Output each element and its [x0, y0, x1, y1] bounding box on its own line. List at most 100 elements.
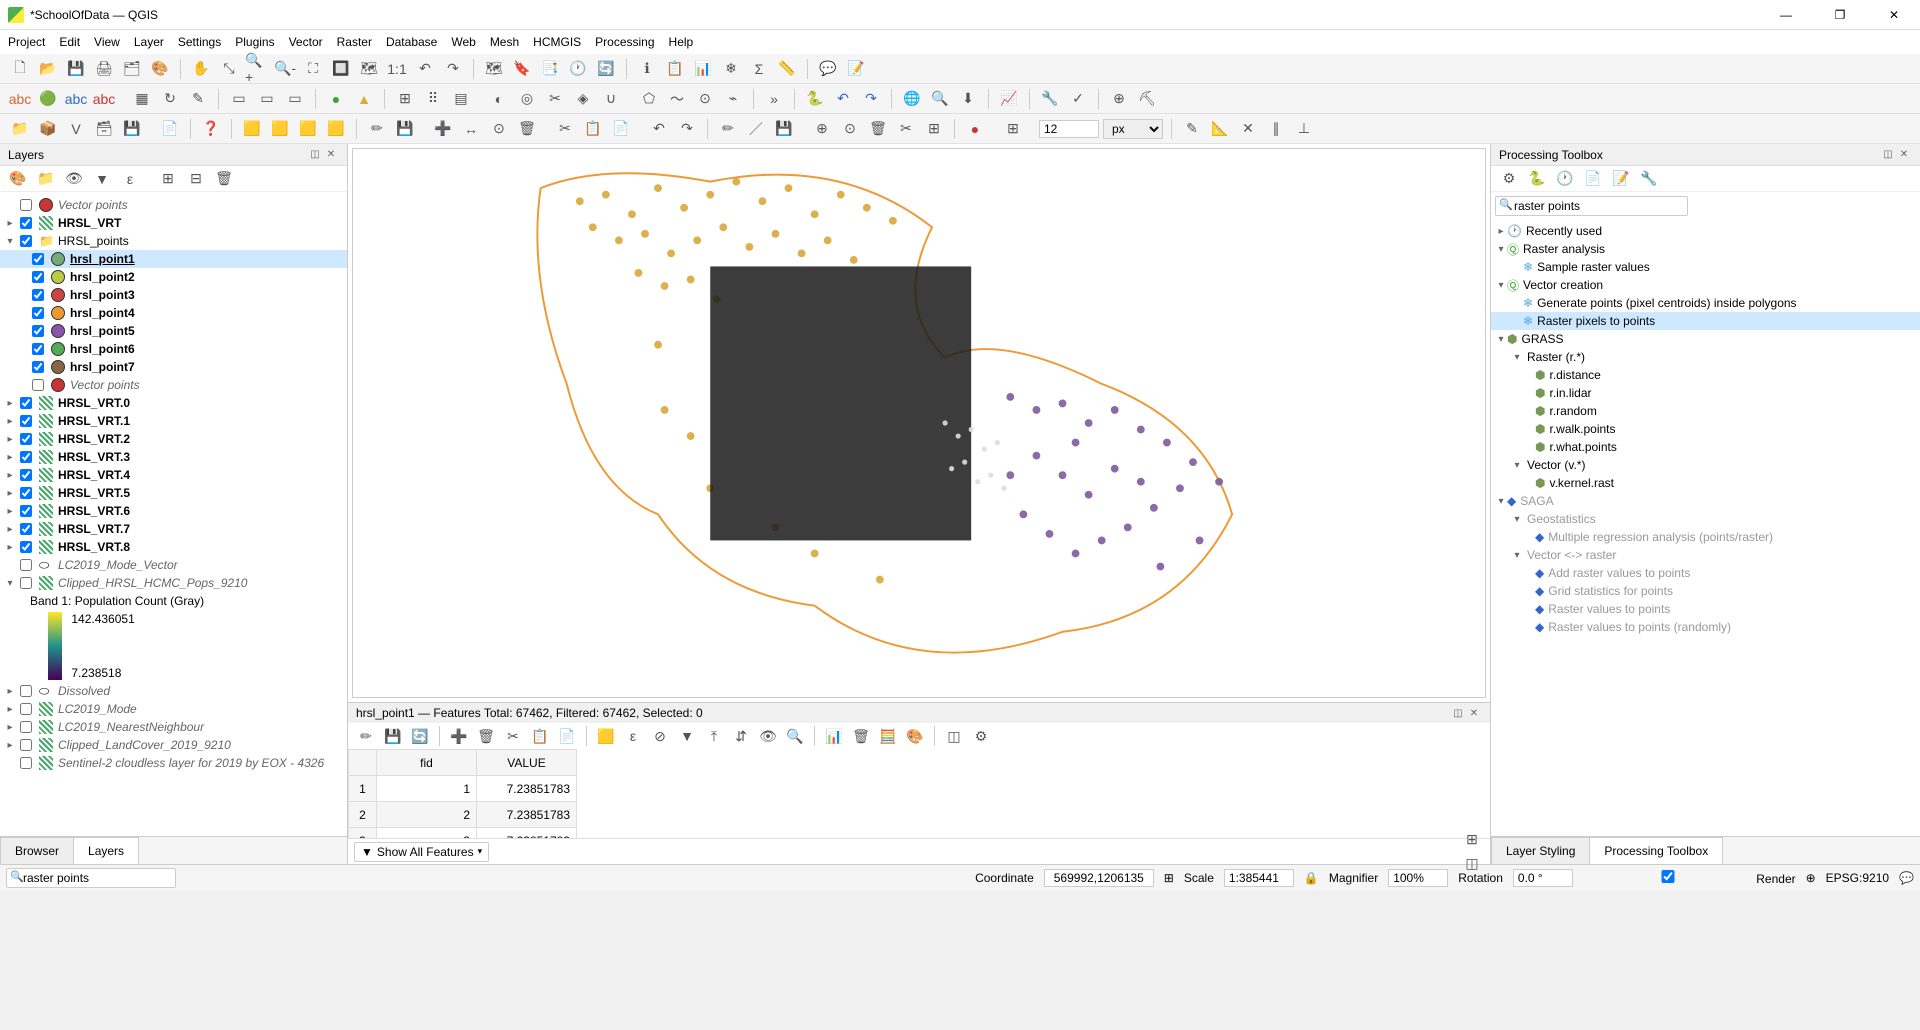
- digitize-save-icon[interactable]: 💾: [772, 117, 796, 141]
- menu-view[interactable]: View: [94, 35, 120, 49]
- layer-checkbox[interactable]: [20, 433, 32, 445]
- layer-label[interactable]: Dissolved: [56, 684, 110, 698]
- layer-expand-icon[interactable]: ⊞: [156, 167, 180, 191]
- layer-checkbox[interactable]: [20, 505, 32, 517]
- osm-download-icon[interactable]: ⬇: [956, 87, 980, 111]
- python-icon[interactable]: 🐍: [803, 87, 827, 111]
- menu-layer[interactable]: Layer: [134, 35, 164, 49]
- label-pin-icon[interactable]: abc: [92, 87, 116, 111]
- attr-add-icon[interactable]: ➕: [447, 724, 471, 748]
- new-map-view-icon[interactable]: 🗺: [482, 57, 506, 81]
- attr-move-top-icon[interactable]: ⤒: [702, 724, 726, 748]
- attr-close-icon[interactable]: ✕: [1466, 705, 1482, 721]
- topology-icon[interactable]: 🔧: [1038, 87, 1062, 111]
- layer-label[interactable]: HRSL_VRT.3: [56, 450, 130, 464]
- attr-delete-icon[interactable]: 🗑: [474, 724, 498, 748]
- digitize-pencil-icon[interactable]: ✏: [716, 117, 740, 141]
- layer-expression-icon[interactable]: ε: [118, 167, 142, 191]
- layer-collapse-icon[interactable]: ⊟: [184, 167, 208, 191]
- table-view-icon[interactable]: ⊞: [1460, 828, 1484, 852]
- attributes-icon[interactable]: 📋: [663, 57, 687, 81]
- layer-label[interactable]: Vector points: [56, 198, 128, 212]
- new-spatialite-icon[interactable]: 🗃: [92, 117, 116, 141]
- simplify-icon[interactable]: ⌁: [721, 87, 745, 111]
- edit-redo-icon[interactable]: ↷: [675, 117, 699, 141]
- layer-style-icon[interactable]: 🎨: [6, 167, 30, 191]
- new-shapefile-icon[interactable]: V: [64, 117, 88, 141]
- layer-label[interactable]: HRSL_VRT.1: [56, 414, 130, 428]
- menu-raster[interactable]: Raster: [337, 35, 372, 49]
- layer-label[interactable]: HRSL_VRT.8: [56, 540, 130, 554]
- line-tool-icon[interactable]: 〜: [665, 87, 689, 111]
- layer-label[interactable]: hrsl_point2: [68, 270, 135, 284]
- menu-project[interactable]: Project: [8, 35, 45, 49]
- layer-checkbox[interactable]: [20, 217, 32, 229]
- menu-processing[interactable]: Processing: [595, 35, 654, 49]
- col-value[interactable]: VALUE: [477, 750, 577, 776]
- style-manager-icon[interactable]: 🎨: [148, 57, 172, 81]
- pan-icon[interactable]: ✋: [189, 57, 213, 81]
- layer-checkbox[interactable]: [20, 523, 32, 535]
- layer-label[interactable]: hrsl_point4: [68, 306, 135, 320]
- split-icon[interactable]: ✂: [894, 117, 918, 141]
- layer-label[interactable]: LC2019_NearestNeighbour: [56, 720, 204, 734]
- layer-label[interactable]: LC2019_Mode_Vector: [56, 558, 178, 572]
- cut-icon[interactable]: ✂: [553, 117, 577, 141]
- advanced-digitize-icon[interactable]: 📐: [1208, 117, 1232, 141]
- snap-tolerance-input[interactable]: [1039, 120, 1099, 138]
- layer-label[interactable]: Clipped_LandCover_2019_9210: [56, 738, 231, 752]
- label-diagram-icon[interactable]: 🟢: [36, 87, 60, 111]
- toolbox-close-icon[interactable]: ✕: [1896, 147, 1912, 163]
- osm-search-icon[interactable]: 🔍: [928, 87, 952, 111]
- add-feature-icon[interactable]: ➕: [431, 117, 455, 141]
- menu-vector[interactable]: Vector: [289, 35, 323, 49]
- open-project-icon[interactable]: 📂: [36, 57, 60, 81]
- layer-checkbox[interactable]: [20, 415, 32, 427]
- layer-checkbox[interactable]: [32, 307, 44, 319]
- polygon-tool-icon[interactable]: ⬠: [637, 87, 661, 111]
- zoom-selection-icon[interactable]: 🔲: [329, 57, 353, 81]
- menu-help[interactable]: Help: [669, 35, 694, 49]
- grid-lines-icon[interactable]: ▤: [449, 87, 473, 111]
- layer-label[interactable]: hrsl_point3: [68, 288, 135, 302]
- label-change-icon[interactable]: ✎: [186, 87, 210, 111]
- select-value-icon[interactable]: ▭: [255, 87, 279, 111]
- layer-checkbox[interactable]: [20, 757, 32, 769]
- intersect-icon[interactable]: ◈: [571, 87, 595, 111]
- locator-search-input[interactable]: [6, 868, 176, 888]
- zoom-in-icon[interactable]: 🔍+: [245, 57, 269, 81]
- sum-icon[interactable]: Σ: [747, 57, 771, 81]
- coord-value[interactable]: 569992,1206135: [1044, 869, 1154, 887]
- delete-selected-icon[interactable]: 🗑: [515, 117, 539, 141]
- select-icon[interactable]: ▭: [227, 87, 251, 111]
- attr-paste-icon[interactable]: 📄: [555, 724, 579, 748]
- red-dot-icon[interactable]: ●: [963, 117, 987, 141]
- close-button[interactable]: ✕: [1876, 8, 1912, 22]
- undo-icon[interactable]: ↶: [831, 87, 855, 111]
- vertex-edit-icon[interactable]: ⊙: [838, 117, 862, 141]
- menu-mesh[interactable]: Mesh: [490, 35, 519, 49]
- attr-select-expr-icon[interactable]: ε: [621, 724, 645, 748]
- node-tool-icon[interactable]: ⊙: [487, 117, 511, 141]
- deselect-icon[interactable]: ▭: [283, 87, 307, 111]
- cad-parallel-icon[interactable]: ∥: [1264, 117, 1288, 141]
- edit-toggle-icon[interactable]: ✏: [365, 117, 389, 141]
- layer-checkbox[interactable]: [20, 577, 32, 589]
- identify-icon[interactable]: ℹ: [635, 57, 659, 81]
- layer-label[interactable]: HRSL_points: [56, 234, 129, 248]
- toolbox-undock-icon[interactable]: ◫: [1880, 147, 1896, 163]
- edit-undo-icon[interactable]: ↶: [647, 117, 671, 141]
- measure-icon[interactable]: 📏: [775, 57, 799, 81]
- tab-processing-toolbox[interactable]: Processing Toolbox: [1589, 837, 1723, 864]
- attr-copy-icon[interactable]: 📋: [528, 724, 552, 748]
- layer-label[interactable]: LC2019_Mode: [56, 702, 137, 716]
- menu-edit[interactable]: Edit: [59, 35, 80, 49]
- layer-label[interactable]: hrsl_point6: [68, 342, 135, 356]
- clip-icon[interactable]: ✂: [543, 87, 567, 111]
- pan-selection-icon[interactable]: ⤡: [217, 57, 241, 81]
- extents-icon[interactable]: ⊞: [1164, 871, 1174, 885]
- layer-checkbox[interactable]: [32, 343, 44, 355]
- new-bookmark-icon[interactable]: 🔖: [510, 57, 534, 81]
- layer-checkbox[interactable]: [20, 685, 32, 697]
- menu-web[interactable]: Web: [451, 35, 475, 49]
